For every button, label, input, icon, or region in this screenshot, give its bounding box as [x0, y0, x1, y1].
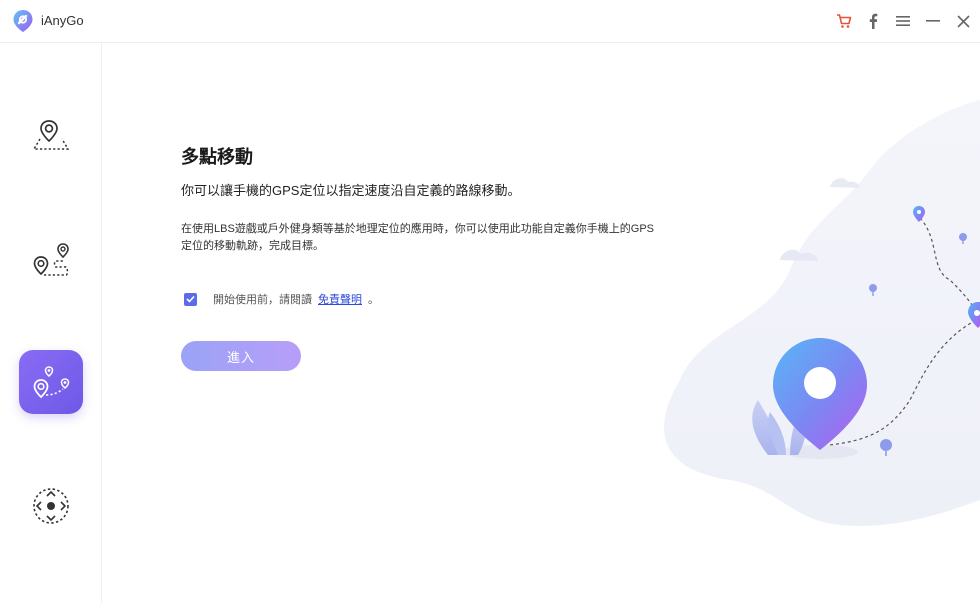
joystick-icon: [33, 488, 69, 524]
cart-icon: [837, 14, 852, 28]
sidebar: [0, 43, 102, 603]
single-pin-icon: [32, 120, 70, 150]
menu-button[interactable]: [893, 11, 913, 31]
close-button[interactable]: [953, 11, 973, 31]
disclaimer-link[interactable]: 免責聲明: [318, 291, 362, 307]
agree-suffix: 。: [368, 294, 379, 306]
route-illustration: [640, 100, 980, 600]
facebook-icon: [869, 13, 878, 29]
sidebar-item-change-location[interactable]: [19, 103, 83, 167]
title-bar: iAnyGo: [0, 0, 980, 43]
sidebar-item-joystick[interactable]: [19, 474, 83, 538]
checkmark-icon: [186, 295, 195, 303]
menu-icon: [896, 16, 910, 26]
facebook-button[interactable]: [863, 11, 883, 31]
sidebar-item-multi-spot[interactable]: [19, 350, 83, 414]
sidebar-item-two-spot[interactable]: [19, 229, 83, 293]
multi-pin-route-icon: [33, 366, 70, 399]
page-description: 在使用LBS遊戲或戶外健身類等基於地理定位的應用時，你可以使用此功能自定義你手機…: [181, 223, 655, 252]
app-name: iAnyGo: [41, 13, 84, 28]
disclaimer-agreement: 開始使用前，請閱讀 免責聲明 。: [184, 291, 379, 307]
cart-button[interactable]: [834, 11, 854, 31]
agree-prefix: 開始使用前，請閱讀: [213, 294, 312, 306]
close-icon: [956, 14, 970, 28]
minimize-icon: [926, 20, 940, 22]
agree-checkbox[interactable]: [184, 292, 197, 306]
page-title: 多點移動: [181, 147, 253, 167]
page-subtitle: 你可以讓手機的GPS定位以指定速度沿自定義的路線移動。: [181, 183, 521, 198]
app-logo-icon: [12, 9, 34, 33]
enter-button[interactable]: 進入: [181, 341, 301, 371]
minimize-button[interactable]: [923, 11, 943, 31]
two-pin-route-icon: [33, 243, 69, 276]
